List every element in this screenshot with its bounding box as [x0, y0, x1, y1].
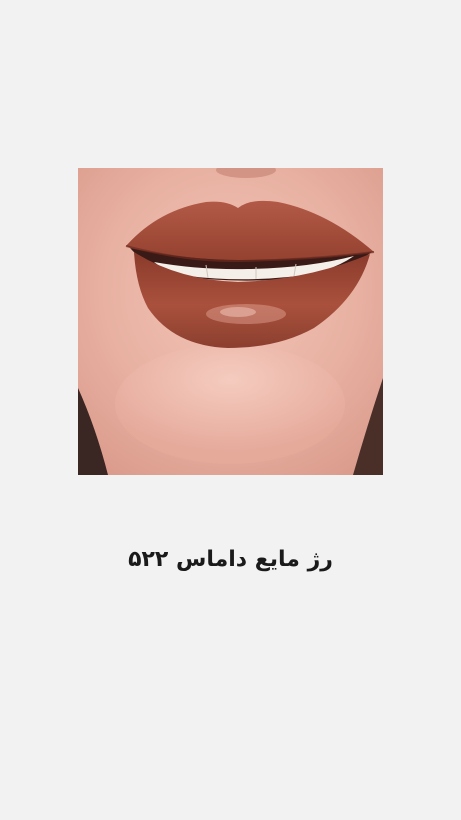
product-caption: رژ مایع داماس ۵۲۲	[128, 547, 333, 572]
lips-photo	[78, 168, 383, 475]
